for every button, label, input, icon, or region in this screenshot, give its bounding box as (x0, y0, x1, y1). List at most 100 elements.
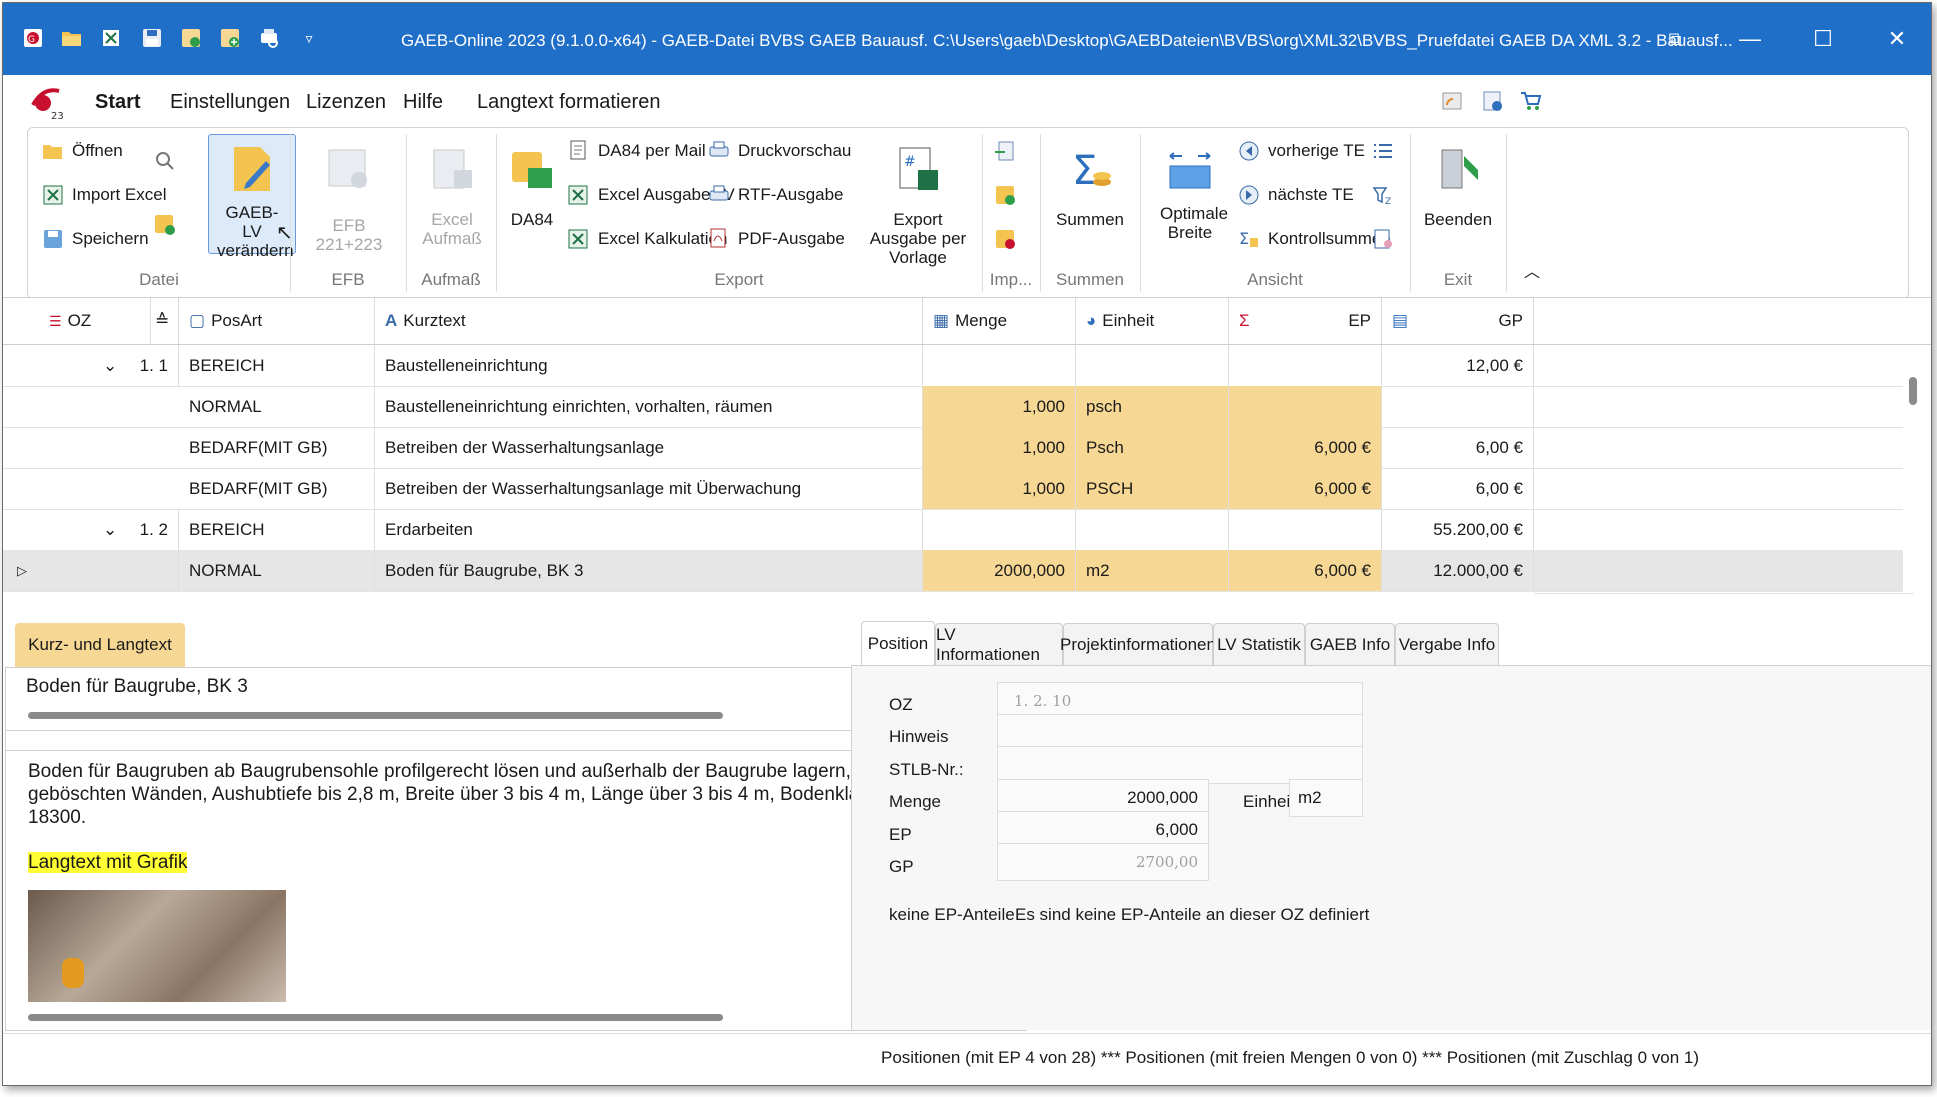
table-row[interactable]: BEDARF(MIT GB) Betreiben der Wasserhaltu… (3, 427, 1903, 469)
tab-lizenzen[interactable]: Lizenzen (306, 91, 386, 114)
document-view-button[interactable] (1372, 228, 1394, 250)
col-einheit-header[interactable]: ◕ Einheit (1076, 298, 1229, 344)
druckvorschau-label: Druckvorschau (738, 141, 852, 160)
shop-cart-icon[interactable] (1519, 89, 1543, 113)
tab-hilfe[interactable]: Hilfe (403, 91, 443, 114)
pdf-ausgabe-button[interactable]: PDF-Ausgabe (708, 228, 845, 250)
efb-221-button[interactable]: EFB 221+223 (298, 142, 400, 254)
cell-menge[interactable]: 1,000 (923, 386, 1076, 427)
import-excel-button[interactable]: Import Excel (42, 184, 166, 206)
kurztext-hscroll[interactable] (28, 712, 723, 719)
tab-gaeb-info[interactable]: GAEB Info (1305, 623, 1395, 665)
tab-projektinformationen[interactable]: Projektinformationen (1060, 623, 1216, 665)
langtext-highlight: Langtext mit Grafik (28, 852, 188, 873)
tab-start[interactable]: Start (95, 91, 141, 114)
col-oz-label: OZ (67, 311, 92, 330)
cell-ep[interactable]: 6,000 € (1229, 468, 1382, 509)
save-green-icon[interactable] (178, 25, 204, 51)
list-view-button[interactable] (1372, 140, 1394, 162)
col-menge-header[interactable]: ▦ Menge (923, 298, 1076, 344)
tab-einstellungen[interactable]: Einstellungen (170, 91, 290, 114)
minimize-button[interactable]: — (1730, 21, 1770, 57)
update-icon[interactable] (1481, 89, 1505, 113)
table-row[interactable]: ⌄ 1. 1 BEREICH Baustelleneinrichtung 12,… (3, 345, 1903, 387)
sort-icon[interactable]: ≙ (151, 298, 179, 344)
summen-button[interactable]: Σ Summen (1046, 142, 1134, 229)
save-button[interactable]: Speichern (42, 228, 149, 250)
print-preview-icon[interactable] (256, 25, 282, 51)
cell-einheit[interactable]: Psch (1076, 427, 1229, 468)
table-row[interactable]: ⌄ 1. 2 BEREICH Erdarbeiten 55.200,00 € (3, 509, 1903, 551)
beenden-button[interactable]: Beenden (1416, 142, 1500, 229)
cell-ep[interactable]: 6,000 € (1229, 550, 1382, 591)
tab-lv-statistik[interactable]: LV Statistik (1213, 623, 1305, 665)
restore-icon[interactable]: ⧉ (1655, 21, 1695, 57)
rtf-ausgabe-button[interactable]: RTF-Ausgabe (708, 184, 844, 206)
save-icon[interactable] (139, 25, 165, 51)
tab-lv-informationen[interactable]: LV Informationen (935, 623, 1063, 665)
einheit-field[interactable]: m2 (1289, 779, 1363, 817)
rss-icon[interactable] (1441, 89, 1465, 113)
excel-aufmass-button[interactable]: Excel Aufmaß (412, 142, 492, 248)
col-kurztext-header[interactable]: A Kurztext (375, 298, 923, 344)
save-plus-icon[interactable] (217, 25, 243, 51)
open-button[interactable]: Öffnen (42, 140, 123, 162)
save-as-button[interactable] (154, 214, 176, 236)
close-button[interactable]: ✕ (1877, 21, 1917, 57)
druckvorschau-button[interactable]: Druckvorschau (708, 140, 851, 162)
tab-kurz-langtext[interactable]: Kurz- und Langtext (15, 623, 185, 667)
col-ep-header[interactable]: Σ EP (1229, 298, 1382, 344)
tab-position[interactable]: Position (861, 621, 935, 665)
cell-ep[interactable]: 6,000 € (1229, 427, 1382, 468)
col-posart-header[interactable]: ▢ PosArt (179, 298, 375, 344)
app-badge-icon[interactable]: 23 (29, 85, 69, 122)
customize-dropdown-icon[interactable]: ▿ (296, 25, 322, 51)
tab-langtext-formatieren[interactable]: Langtext formatieren (477, 91, 660, 114)
open-folder-icon[interactable] (59, 25, 85, 51)
naechste-te-button[interactable]: nächste TE (1238, 184, 1354, 206)
filter-sort-button[interactable]: Z (1372, 184, 1394, 206)
vorherige-te-button[interactable]: vorherige TE (1238, 140, 1365, 162)
table-row[interactable]: BEDARF(MIT GB) Betreiben der Wasserhaltu… (3, 468, 1903, 510)
divider (1534, 593, 1914, 594)
cell-menge[interactable]: 1,000 (923, 427, 1076, 468)
da84-button[interactable]: DA84 (504, 142, 560, 229)
optimale-breite-button[interactable]: Optimale Breite (1146, 142, 1234, 242)
col-gp-header[interactable]: ▤ GP (1382, 298, 1534, 344)
excel-import-icon[interactable] (99, 25, 125, 51)
gp-field: 2700,00 (997, 843, 1209, 881)
kontrollsummen-button[interactable]: Σ Kontrollsummen (1238, 228, 1391, 250)
table-row[interactable]: NORMAL Baustelleneinrichtung einrichten,… (3, 386, 1903, 428)
list-icon (1372, 140, 1394, 162)
search-button[interactable] (154, 150, 176, 172)
da84-mail-button[interactable]: DA84 per Mail (568, 140, 706, 162)
expand-chevron-icon[interactable]: ⌄ (103, 345, 123, 386)
app-logo-icon[interactable]: G (21, 25, 47, 51)
table-row-selected[interactable]: ▷ NORMAL Boden für Baugrube, BK 3 2000,0… (3, 550, 1903, 592)
col-gp-label: GP (1498, 311, 1523, 330)
cell-einheit[interactable]: psch (1076, 386, 1229, 427)
cell-menge[interactable]: 1,000 (923, 468, 1076, 509)
export-vorlage-button[interactable]: # Export Ausgabe per Vorlage (858, 142, 978, 267)
collapse-ribbon-icon[interactable]: ︿ (1524, 258, 1540, 282)
cell-menge[interactable]: 2000,000 (923, 550, 1076, 591)
expand-chevron-icon[interactable]: ⌄ (103, 509, 123, 550)
filter-icon: Z (1372, 184, 1394, 206)
excel-kalkulation-button[interactable]: Excel Kalkulation (568, 228, 727, 250)
cell-ep[interactable] (1229, 386, 1382, 427)
cell-einheit[interactable]: m2 (1076, 550, 1229, 591)
group-exit-label: Exit (1443, 270, 1473, 289)
col-kurztext-label: Kurztext (403, 311, 466, 330)
langtext-editor[interactable]: Boden für Baugruben ab Baugrubensohle pr… (28, 760, 988, 874)
maximize-button[interactable]: ☐ (1803, 21, 1843, 57)
langtext-hscroll[interactable] (28, 1014, 723, 1021)
import-tool-3-button[interactable] (994, 228, 1016, 250)
col-oz-header[interactable]: ☰ OZ (39, 298, 151, 344)
excel-aufmass-label: Excel Aufmaß (422, 210, 482, 248)
next-icon (1238, 184, 1260, 206)
cell-einheit[interactable]: PSCH (1076, 468, 1229, 509)
import-tool-1-button[interactable] (994, 140, 1016, 162)
grid-vscroll-thumb[interactable] (1909, 377, 1917, 405)
tab-vergabe-info[interactable]: Vergabe Info (1395, 623, 1499, 665)
import-tool-2-button[interactable] (994, 184, 1016, 206)
